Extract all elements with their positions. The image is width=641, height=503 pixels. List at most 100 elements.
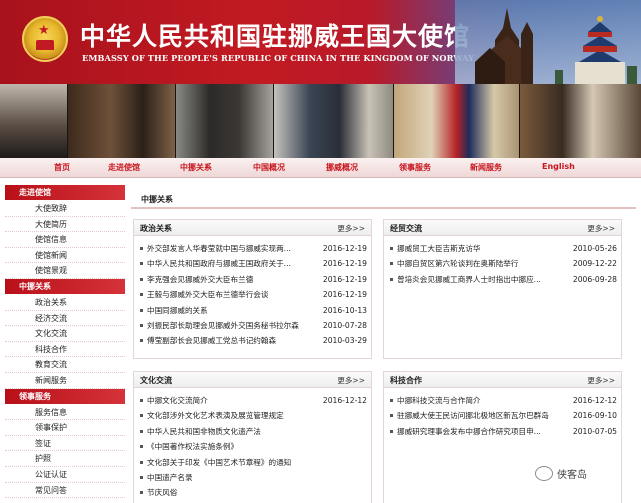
panel-science: 科技合作 更多>> 中挪科技交流与合作简介 2016-12-12 驻挪威大使王民访…: [383, 371, 622, 503]
sidebar-item-education[interactable]: 教育交流: [5, 357, 125, 373]
item-date: 2016-12-19: [322, 290, 367, 300]
item-title[interactable]: 中挪科技交流与合作简介: [397, 393, 567, 408]
item-title[interactable]: 王毅与挪威外交大臣布兰德举行会谈: [147, 287, 317, 302]
sidebar-item-politics[interactable]: 政治关系: [5, 295, 125, 311]
item-date: 2016-12-19: [322, 259, 367, 269]
list-item[interactable]: 中华人民共和国非物质文化遗产法: [134, 424, 371, 439]
list-item[interactable]: 文化部关于印发《中国艺术节章程》的通知: [134, 455, 371, 470]
more-link-science[interactable]: 更多>>: [587, 375, 615, 386]
nav-news-service[interactable]: 新闻服务: [470, 162, 502, 173]
item-title[interactable]: 曾培炎会见挪威工商界人士时指出中挪应...: [397, 272, 567, 287]
item-date: 2016-12-12: [572, 396, 617, 405]
item-title[interactable]: 李克强会见挪威外交大臣布兰德: [147, 272, 317, 287]
nav-norway-overview[interactable]: 挪威概况: [326, 162, 358, 173]
panel-title-politics: 政治关系: [140, 224, 172, 233]
item-date: 2010-03-29: [322, 336, 367, 346]
panel-header: 文化交流 更多>>: [134, 372, 371, 388]
bullet-icon: [140, 429, 143, 433]
watermark: 侠客岛: [535, 466, 587, 481]
item-title[interactable]: 中国同挪威的关系: [147, 303, 317, 318]
sidebar-section-relations[interactable]: 中挪关系: [5, 278, 125, 294]
item-date: 2016-10-13: [322, 305, 367, 315]
item-title[interactable]: 傅莹副部长会见挪威工党总书记约翰森: [147, 333, 317, 348]
item-title[interactable]: 挪威贸工大臣吉斯克访华: [397, 241, 567, 256]
item-title[interactable]: 中华人民共和国非物质文化遗产法: [147, 424, 362, 439]
more-link-economy[interactable]: 更多>>: [587, 223, 615, 234]
sidebar-item-notarization[interactable]: 公证认证: [5, 467, 125, 483]
more-link-politics[interactable]: 更多>>: [337, 223, 365, 234]
list-item[interactable]: 挪威研究理事会发布中挪合作研究项目申... 2010-07-05: [384, 424, 621, 439]
list-item[interactable]: 中挪自贸区第六轮谈判在奥斯陆举行 2009-12-22: [384, 256, 621, 271]
item-date: 2016-12-19: [322, 274, 367, 284]
bullet-icon: [390, 429, 393, 433]
sidebar-item-passport[interactable]: 护照: [5, 451, 125, 467]
sidebar-item-science[interactable]: 科技合作: [5, 342, 125, 358]
list-item[interactable]: 刘振民部长助理会见挪威外交国务秘书拉尔森 2010-07-28: [134, 318, 371, 333]
bullet-icon: [140, 323, 143, 327]
sidebar-item-embassy-views[interactable]: 使馆景观: [5, 263, 125, 279]
chat-bubble-icon: [535, 466, 553, 481]
nav-english[interactable]: English: [542, 162, 575, 171]
bullet-icon: [390, 247, 393, 250]
list-item[interactable]: 中华人民共和国政府与挪威王国政府关于... 2016-12-19: [134, 256, 371, 271]
item-title[interactable]: 《中国著作权法实施条例》: [147, 439, 362, 454]
bullet-icon: [390, 399, 393, 402]
list-item[interactable]: 中国同挪威的关系 2016-10-13: [134, 303, 371, 318]
list-item[interactable]: 节庆风俗: [134, 485, 371, 500]
list-item[interactable]: 驻挪威大使王民访问挪北极地区新瓦尔巴群岛 2016-09-10: [384, 408, 621, 423]
sidebar-item-news[interactable]: 新闻服务: [5, 373, 125, 389]
sidebar-item-visa[interactable]: 签证: [5, 436, 125, 452]
list-item[interactable]: 挪威贸工大臣吉斯克访华 2010-05-26: [384, 241, 621, 256]
sidebar-item-economy[interactable]: 经济交流: [5, 311, 125, 327]
sidebar-section-consular[interactable]: 领事服务: [5, 388, 125, 404]
bullet-icon: [140, 339, 143, 343]
sidebar-section-about[interactable]: 走进使馆: [5, 185, 125, 200]
list-item[interactable]: 外交部发言人华春莹就中国与挪威实现两... 2016-12-19: [134, 241, 371, 256]
sidebar-item-service-info[interactable]: 服务信息: [5, 405, 125, 421]
list-item[interactable]: 傅莹副部长会见挪威工党总书记约翰森 2010-03-29: [134, 333, 371, 348]
page-title: 中挪关系: [141, 195, 173, 204]
list-item[interactable]: 中国遗产名录: [134, 470, 371, 485]
nav-home[interactable]: 首页: [54, 162, 70, 173]
bullet-icon: [140, 277, 143, 281]
item-title[interactable]: 中挪文化交流简介: [147, 393, 317, 408]
sidebar-item-culture[interactable]: 文化交流: [5, 326, 125, 342]
sidebar-item-consular-protection[interactable]: 领事保护: [5, 420, 125, 436]
item-title[interactable]: 节庆风俗: [147, 485, 362, 500]
bullet-icon: [140, 460, 143, 464]
sidebar-item-ambassador-speech[interactable]: 大使致辞: [5, 201, 125, 217]
main-nav: 首页 走进使馆 中挪关系 中国概况 挪威概况 领事服务 新闻服务 English: [0, 158, 641, 178]
item-title[interactable]: 中挪自贸区第六轮谈判在奥斯陆举行: [397, 256, 567, 271]
list-item[interactable]: 李克强会见挪威外交大臣布兰德 2016-12-19: [134, 272, 371, 287]
nav-sino-norway-relations[interactable]: 中挪关系: [180, 162, 212, 173]
sidebar-item-ambassador-bio[interactable]: 大使简历: [5, 217, 125, 233]
more-link-culture[interactable]: 更多>>: [337, 375, 365, 386]
item-title[interactable]: 文化部关于印发《中国艺术节章程》的通知: [147, 455, 362, 470]
list-item[interactable]: 中挪科技交流与合作简介 2016-12-12: [384, 393, 621, 408]
item-title[interactable]: 刘振民部长助理会见挪威外交国务秘书拉尔森: [147, 318, 317, 333]
bullet-icon: [140, 308, 143, 312]
list-item[interactable]: 《中国著作权法实施条例》: [134, 439, 371, 454]
item-title[interactable]: 中华人民共和国政府与挪威王国政府关于...: [147, 256, 317, 271]
item-title[interactable]: 中国遗产名录: [147, 470, 362, 485]
item-title[interactable]: 驻挪威大使王民访问挪北极地区新瓦尔巴群岛: [397, 408, 567, 423]
list-item[interactable]: 王毅与挪威外交大臣布兰德举行会谈 2016-12-19: [134, 287, 371, 302]
photo-meeting-room: [68, 84, 176, 158]
list-item[interactable]: 中挪文化交流简介 2016-12-12: [134, 393, 371, 408]
item-title[interactable]: 文化部涉外文化艺术表演及展览管理规定: [147, 408, 362, 423]
content-header: 中挪关系: [131, 190, 636, 209]
sidebar-item-embassy-news[interactable]: 使馆新闻: [5, 248, 125, 264]
panel-culture: 文化交流 更多>> 中挪文化交流简介 2016-12-12 文化部涉外文化艺术表演…: [133, 371, 372, 503]
sidebar-item-faq[interactable]: 常见问答: [5, 483, 125, 499]
item-title[interactable]: 外交部发言人华春莹就中国与挪威实现两...: [147, 241, 317, 256]
panel-header: 经贸交流 更多>>: [384, 220, 621, 236]
item-title[interactable]: 挪威研究理事会发布中挪合作研究项目申...: [397, 424, 567, 439]
list-item[interactable]: 曾培炎会见挪威工商界人士时指出中挪应... 2006-09-28: [384, 272, 621, 287]
sidebar-item-embassy-info[interactable]: 使馆信息: [5, 232, 125, 248]
nav-about-embassy[interactable]: 走进使馆: [108, 162, 140, 173]
bullet-icon: [140, 247, 143, 250]
list-item[interactable]: 文化部涉外文化艺术表演及展览管理规定: [134, 408, 371, 423]
nav-china-overview[interactable]: 中国概况: [253, 162, 285, 173]
nav-consular-service[interactable]: 领事服务: [399, 162, 431, 173]
national-emblem-icon: ★: [22, 16, 68, 62]
